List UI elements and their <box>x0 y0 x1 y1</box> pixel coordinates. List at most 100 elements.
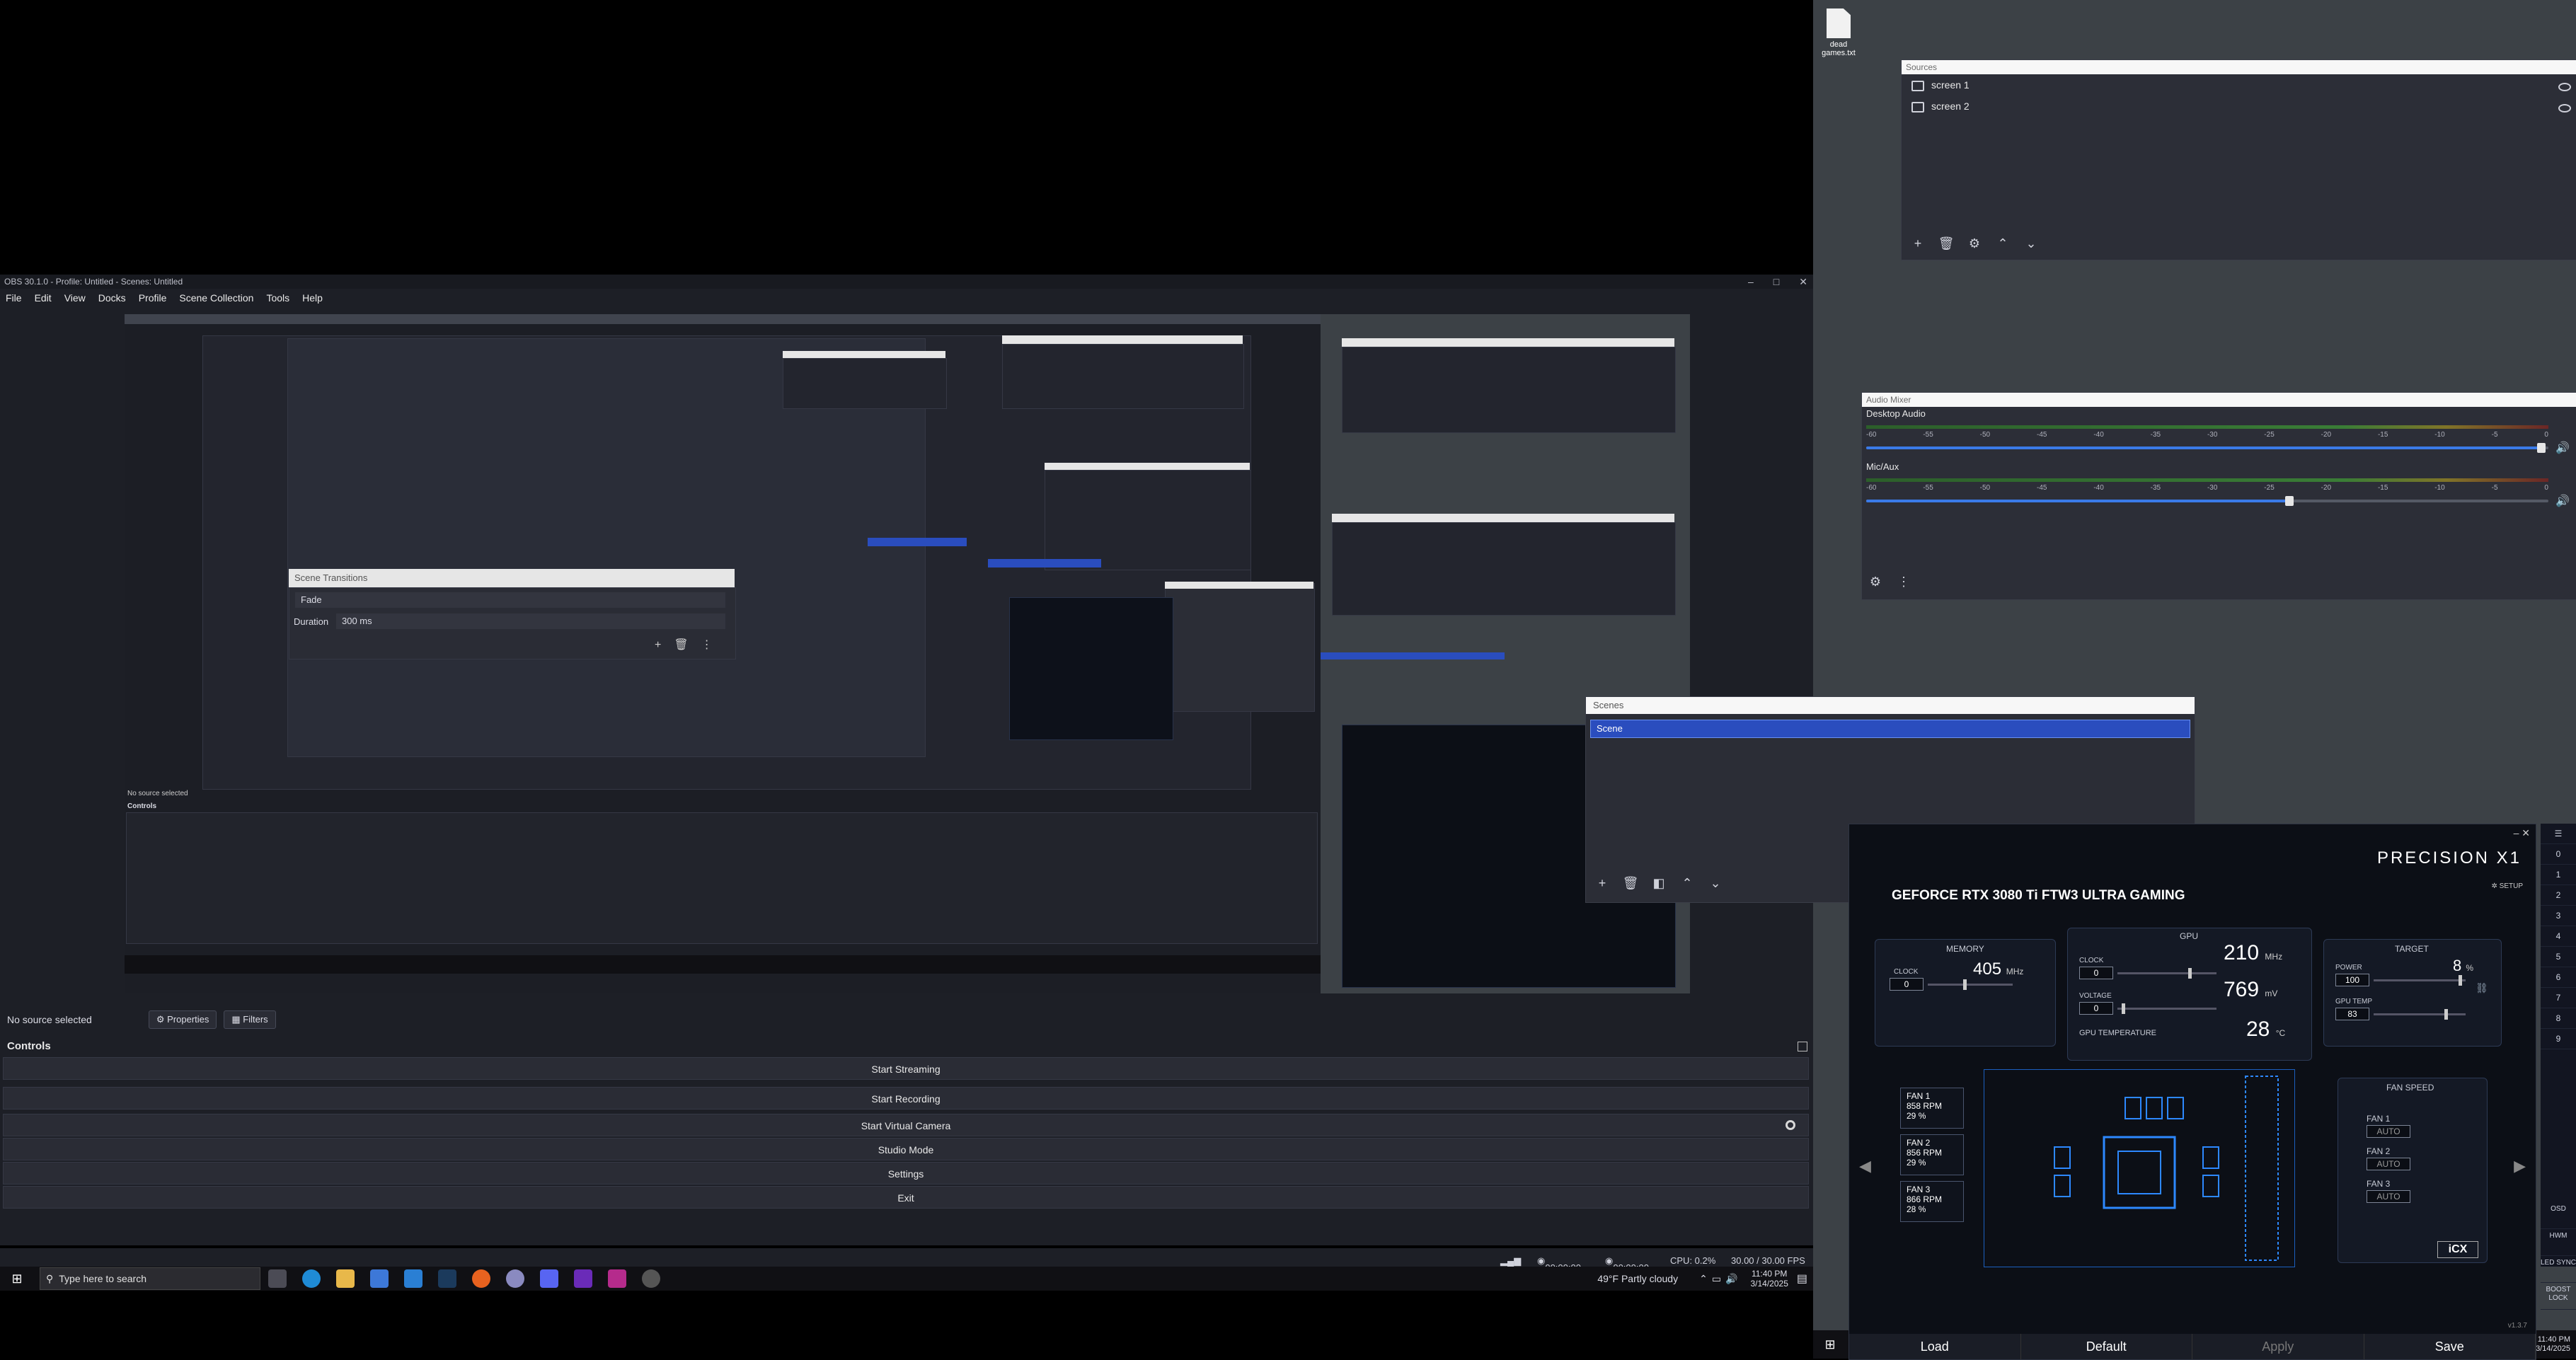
default-button[interactable]: Default <box>2021 1334 2192 1359</box>
apply-button[interactable]: Apply <box>2192 1334 2364 1359</box>
profile-button[interactable]: 7 <box>2541 988 2576 1008</box>
profile-button[interactable]: 2 <box>2541 885 2576 906</box>
profile-button[interactable]: 3 <box>2541 906 2576 926</box>
steam-icon[interactable] <box>438 1269 456 1288</box>
close-icon[interactable]: ✕ <box>1799 275 1807 289</box>
start-recording-button[interactable]: Start Recording <box>3 1087 1809 1110</box>
power-target-slider[interactable] <box>2374 975 2466 986</box>
side-function-button[interactable]: BOOST LOCK <box>2541 1283 2576 1310</box>
visibility-eye-icon[interactable] <box>2558 83 2571 91</box>
side-function-button[interactable]: HWM <box>2541 1229 2576 1256</box>
profile-button[interactable]: 6 <box>2541 967 2576 988</box>
windows-start-icon[interactable]: ⊞ <box>8 1269 26 1288</box>
advanced-audio-gear-icon[interactable]: ⚙ <box>1866 572 1885 591</box>
store-icon[interactable] <box>370 1269 389 1288</box>
maximize-icon[interactable]: □ <box>1773 275 1779 289</box>
menu-file[interactable]: File <box>6 289 22 307</box>
memory-clock-offset[interactable]: 0 <box>1890 978 1924 991</box>
temp-target-slider[interactable] <box>2374 1009 2466 1020</box>
filters-button[interactable]: ▦ Filters <box>224 1010 276 1029</box>
fan1-mode[interactable]: AUTO <box>2367 1125 2410 1138</box>
scene-filters-button[interactable]: ◧ <box>1650 874 1668 892</box>
exit-button[interactable]: Exit <box>3 1186 1809 1209</box>
gpu-voltage-slider[interactable] <box>2117 1003 2216 1014</box>
prev-arrow-icon[interactable]: ◀ <box>1859 1157 1871 1175</box>
start-virtual-camera-button[interactable]: Start Virtual Camera <box>3 1114 1809 1136</box>
menu-profile[interactable]: Profile <box>139 289 167 307</box>
system-tray[interactable]: ⌃▭🔊 <box>1699 1273 1742 1285</box>
profile-button[interactable]: 5 <box>2541 947 2576 967</box>
taskbar-search[interactable]: ⚲ Type here to search <box>40 1267 260 1290</box>
file-explorer-icon[interactable] <box>336 1269 355 1288</box>
task-view-icon[interactable] <box>268 1269 287 1288</box>
side-function-button[interactable]: OSD <box>2541 1202 2576 1229</box>
save-button[interactable]: Save <box>2364 1334 2536 1359</box>
edge-browser-icon[interactable] <box>302 1269 321 1288</box>
menu-view[interactable]: View <box>64 289 86 307</box>
taskbar-clock[interactable]: 11:40 PM 3/14/2025 <box>2536 1335 2570 1354</box>
notification-icon[interactable]: ▤ <box>1797 1272 1807 1286</box>
remove-scene-button[interactable]: 🗑 <box>1621 874 1640 892</box>
fan3-mode[interactable]: AUTO <box>2367 1190 2410 1203</box>
menu-scene-collection[interactable]: Scene Collection <box>179 289 253 307</box>
visibility-eye-icon[interactable] <box>2558 104 2571 113</box>
move-down-button[interactable]: ⌄ <box>2022 234 2040 253</box>
speaker-icon[interactable]: 🔊 <box>2555 494 2570 508</box>
menu-edit[interactable]: Edit <box>35 289 52 307</box>
preview-canvas[interactable]: Scene Transitions Fade Duration 300 ms +… <box>125 314 1690 993</box>
properties-button[interactable]: ⚙ Properties <box>148 1010 217 1029</box>
gpu-voltage-offset[interactable]: 0 <box>2079 1002 2113 1015</box>
weather-widget[interactable]: 49°F Partly cloudy <box>1597 1273 1678 1284</box>
studio-mode-button[interactable]: Studio Mode <box>3 1138 1809 1160</box>
discord-icon[interactable] <box>540 1269 558 1288</box>
menu-docks[interactable]: Docks <box>98 289 126 307</box>
desktop-file-icon[interactable]: dead games.txt <box>1819 8 1858 57</box>
remove-source-button[interactable]: 🗑 <box>1937 234 1955 253</box>
volume-slider[interactable] <box>1866 496 2548 506</box>
start-streaming-button[interactable]: Start Streaming <box>3 1057 1809 1080</box>
menu-help[interactable]: Help <box>302 289 323 307</box>
profile-button[interactable]: 9 <box>2541 1029 2576 1049</box>
scene-up-button[interactable]: ⌃ <box>1678 874 1696 892</box>
move-up-button[interactable]: ⌃ <box>1994 234 2012 253</box>
add-source-button[interactable]: + <box>1909 234 1927 253</box>
minimize-icon[interactable]: – <box>1748 275 1754 289</box>
x1-icon[interactable] <box>574 1269 592 1288</box>
scene-down-button[interactable]: ⌄ <box>1706 874 1725 892</box>
mixer-menu-icon[interactable]: ⋮ <box>1894 572 1913 591</box>
profile-button[interactable]: 8 <box>2541 1008 2576 1029</box>
profile-button[interactable]: 1 <box>2541 865 2576 885</box>
profile-button[interactable]: 4 <box>2541 926 2576 947</box>
px1-window-controls[interactable]: – ✕ <box>2514 827 2530 839</box>
speaker-icon[interactable]: 🔊 <box>2555 441 2570 455</box>
gpu-clock-offset[interactable]: 0 <box>2079 967 2113 979</box>
media-icon[interactable] <box>506 1269 524 1288</box>
app-icon[interactable] <box>608 1269 626 1288</box>
link-icon[interactable]: ⛓ <box>2476 982 2488 994</box>
windows-start-icon[interactable]: ⊞ <box>1821 1335 1839 1354</box>
profile-button[interactable]: 0 <box>2541 844 2576 865</box>
settings-button[interactable]: Settings <box>3 1162 1809 1185</box>
volume-slider[interactable] <box>1866 443 2548 453</box>
px1-setup-button[interactable]: ✲ SETUP <box>2491 882 2523 890</box>
scene-item-selected[interactable]: Scene <box>1590 720 2190 738</box>
target-power-field[interactable]: 100 <box>2335 974 2369 986</box>
memory-clock-slider[interactable] <box>1928 979 2013 990</box>
side-function-button[interactable]: LED SYNC <box>2541 1256 2576 1283</box>
undock-icon[interactable] <box>1798 1042 1807 1051</box>
source-properties-button[interactable]: ⚙ <box>1965 234 1984 253</box>
add-scene-button[interactable]: + <box>1593 874 1611 892</box>
next-arrow-icon[interactable]: ▶ <box>2514 1157 2526 1175</box>
fan2-mode[interactable]: AUTO <box>2367 1158 2410 1170</box>
gpu-clock-slider[interactable] <box>2117 968 2216 979</box>
menu-tools[interactable]: Tools <box>266 289 289 307</box>
obs-icon[interactable] <box>642 1269 660 1288</box>
source-item[interactable]: screen 2 <box>1902 96 2576 117</box>
load-button[interactable]: Load <box>1849 1334 2021 1359</box>
virtual-camera-gear-icon[interactable] <box>1786 1120 1795 1130</box>
mail-icon[interactable] <box>404 1269 422 1288</box>
target-temp-field[interactable]: 83 <box>2335 1008 2369 1020</box>
firefox-icon[interactable] <box>472 1269 490 1288</box>
source-item[interactable]: screen 1 <box>1902 74 2576 96</box>
taskbar-clock[interactable]: 11:40 PM 3/14/2025 <box>1750 1269 1788 1289</box>
